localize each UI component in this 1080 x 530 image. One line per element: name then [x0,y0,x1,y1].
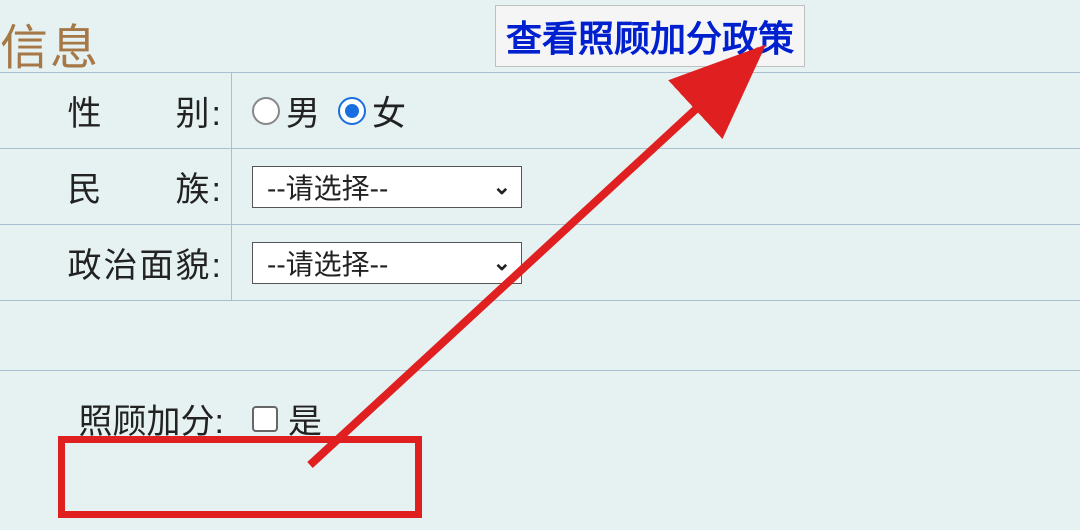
gender-row: 性 别: 男 女 [0,72,1080,148]
gender-male-label: 男 [286,86,320,135]
ethnicity-control: --请选择-- ⌄ [232,149,522,224]
political-select[interactable]: --请选择-- ⌄ [252,242,522,284]
political-select-value: --请选择-- [267,243,388,283]
policy-link-button[interactable]: 查看照顾加分政策 [495,5,805,67]
political-row: 政治面貌: --请选择-- ⌄ [0,224,1080,300]
chevron-down-icon: ⌄ [493,174,511,200]
section-title: 信息 [0,8,100,78]
radio-icon [252,97,280,125]
political-control: --请选择-- ⌄ [232,225,522,300]
checkbox-icon [252,406,278,432]
radio-dot-icon [345,104,359,118]
bonus-label-text: 照顾加分: [79,394,224,443]
gender-control: 男 女 [232,73,406,148]
chevron-down-icon: ⌄ [493,250,511,276]
political-label-text: 政治面貌: [68,238,223,287]
bonus-control: 是 [232,371,322,466]
bonus-checkbox-label: 是 [288,394,322,443]
ethnicity-select[interactable]: --请选择-- ⌄ [252,166,522,208]
bonus-label-cell: 照顾加分: [0,371,232,466]
gender-female-radio[interactable]: 女 [338,86,406,135]
gender-female-label: 女 [372,86,406,135]
form-container: 性 别: 男 女 民 族: --请选择-- ⌄ [0,72,1080,466]
ethnicity-select-value: --请选择-- [267,167,388,207]
gender-radio-group: 男 女 [252,86,406,135]
political-label: 政治面貌: [0,225,232,300]
ethnicity-label: 民 族: [0,149,232,224]
gender-label: 性 别: [0,73,232,148]
bonus-checkbox[interactable]: 是 [252,394,322,443]
ethnicity-row: 民 族: --请选择-- ⌄ [0,148,1080,224]
ethnicity-label-text: 民 族: [68,162,223,211]
radio-icon [338,97,366,125]
gender-label-text: 性 别: [68,86,223,135]
gender-male-radio[interactable]: 男 [252,86,320,135]
bonus-row: 照顾加分: 是 [0,370,1080,466]
blank-row [0,300,1080,370]
